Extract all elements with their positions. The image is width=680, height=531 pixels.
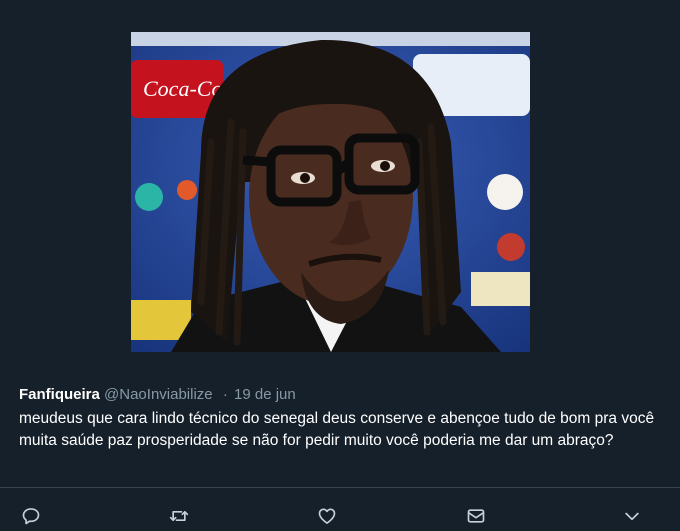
reply-button[interactable] <box>21 506 43 528</box>
tweet-text: meudeus que cara lindo técnico do senega… <box>19 410 655 449</box>
tweet-date[interactable]: 19 de jun <box>234 386 296 403</box>
reply-icon <box>21 506 43 526</box>
direct-message-button[interactable] <box>466 506 488 528</box>
like-icon <box>317 506 339 526</box>
chevron-down-icon <box>622 506 644 526</box>
tweet-photo[interactable]: Coca-Cola <box>131 32 530 352</box>
more-options-button[interactable] <box>622 506 644 528</box>
user-handle[interactable]: @NaoInviabilize <box>104 386 213 403</box>
retweet-icon <box>169 506 191 526</box>
separator-dot: · <box>222 386 228 403</box>
direct-message-icon <box>466 506 488 526</box>
retweet-button[interactable] <box>169 506 191 528</box>
divider <box>0 487 680 488</box>
tweet-header: Fanfiqueira @NaoInviabilize · 19 de jun <box>19 385 296 405</box>
display-name[interactable]: Fanfiqueira <box>19 386 100 403</box>
photo-man-with-glasses: Coca-Cola <box>131 32 530 352</box>
like-button[interactable] <box>317 506 339 528</box>
tweet-card[interactable]: Coca-Cola Fanfiqueira @NaoInviabilize · … <box>0 0 680 531</box>
